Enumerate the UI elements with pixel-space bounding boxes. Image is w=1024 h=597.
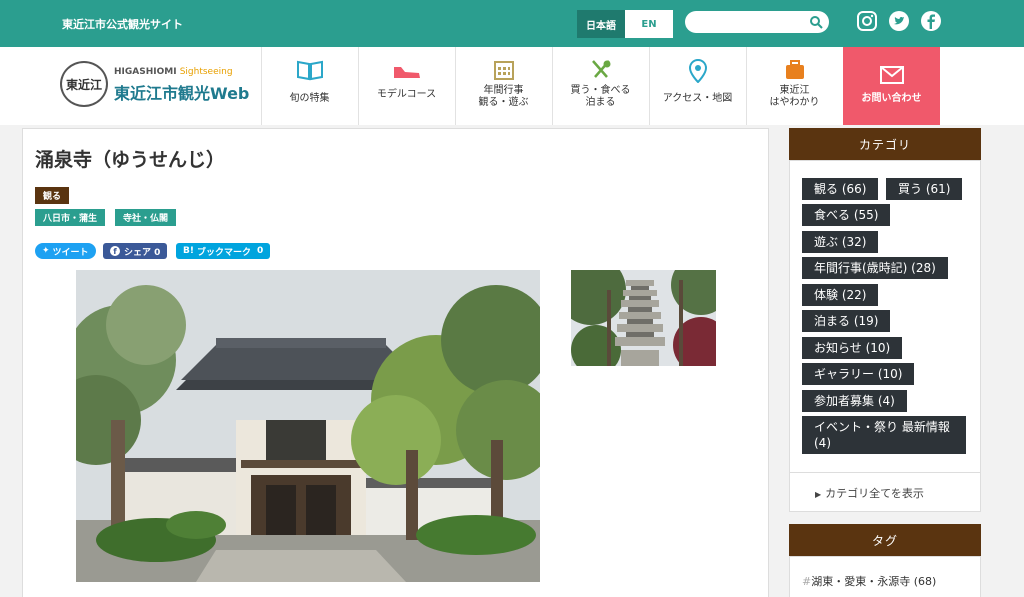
tag-link[interactable]: #湖東・愛東・永源寺 (68) — [802, 573, 936, 589]
facebook-icon: f — [110, 246, 120, 256]
category-link[interactable]: イベント・祭り 最新情報 (4) — [802, 416, 966, 454]
temple-gate-photo[interactable] — [76, 270, 540, 582]
lang-ja-button[interactable]: 日本語 — [577, 10, 625, 38]
nav-label: 旬の特集 — [289, 93, 330, 104]
site-logo[interactable]: 東近江 HIGASHIOMI Sightseeing 東近江市観光Web — [60, 59, 255, 109]
map-pin-icon — [688, 58, 707, 84]
hatena-bookmark-button[interactable]: B! ブックマーク 0 — [176, 243, 271, 259]
search-icon[interactable] — [809, 15, 823, 29]
hash-icon: # — [802, 575, 812, 588]
contact-label: お問い合わせ — [861, 93, 922, 104]
language-switcher: 日本語 EN — [577, 10, 673, 38]
article-panel: 涌泉寺（ゆうせんじ） 観る 八日市・蒲生 寺社・仏閣 ✦ ツイート f シェア 0 … — [22, 128, 769, 597]
category-link[interactable]: ギャラリー (10) — [802, 363, 915, 385]
nav-item-events[interactable]: 年間行事 観る・遊ぶ — [455, 47, 551, 125]
show-all-categories-link[interactable]: ▶ カテゴリ全てを表示 — [815, 485, 924, 501]
category-link[interactable]: 泊まる (19) — [802, 310, 891, 332]
logo-english: HIGASHIOMI Sightseeing — [114, 67, 233, 77]
site-name[interactable]: 東近江市公式観光サイト — [62, 16, 183, 32]
mail-icon — [879, 66, 904, 84]
twitter-icon: ✦ — [42, 246, 50, 256]
nav-item-shop-eat-stay[interactable]: 買う・食べる 泊まる — [552, 47, 648, 125]
logo-seal: 東近江 — [60, 61, 108, 107]
facebook-share-button[interactable]: f シェア 0 — [103, 243, 168, 259]
category-badge[interactable]: 観る — [35, 187, 70, 204]
temple-gate-image — [76, 270, 540, 582]
category-link[interactable]: 食べる (55) — [802, 204, 891, 226]
main-header: 東近江 HIGASHIOMI Sightseeing 東近江市観光Web 旬の特… — [0, 47, 1024, 125]
category-heading: カテゴリ — [789, 128, 981, 160]
suitcase-icon — [785, 60, 804, 79]
cutlery-icon — [591, 60, 610, 78]
contact-button[interactable]: お問い合わせ — [843, 47, 940, 125]
nav-item-model-course[interactable]: モデルコース — [358, 47, 454, 125]
search-input[interactable] — [695, 12, 815, 35]
hatena-icon: B! — [183, 246, 194, 256]
category-link[interactable]: 参加者募集 (4) — [802, 390, 907, 412]
tweet-button[interactable]: ✦ ツイート — [35, 243, 96, 259]
divider — [789, 472, 981, 473]
nav-label: アクセス・地図 — [662, 93, 733, 104]
stone-pagoda-thumbnail[interactable] — [571, 270, 716, 366]
logo-japanese: 東近江市観光Web — [114, 84, 250, 103]
twitter-icon[interactable] — [888, 10, 910, 32]
instagram-icon[interactable] — [856, 10, 878, 32]
tag-badge-temple[interactable]: 寺社・仏閣 — [115, 209, 177, 226]
nav-item-overview[interactable]: 東近江 はやわかり — [746, 47, 842, 125]
page-title: 涌泉寺（ゆうせんじ） — [35, 149, 226, 171]
category-link[interactable]: 観る (66) — [802, 178, 879, 200]
nav-label: モデルコース — [376, 89, 437, 100]
search-box — [685, 11, 829, 35]
calendar-icon — [493, 61, 514, 80]
tag-badge-area[interactable]: 八日市・蒲生 — [35, 209, 106, 226]
shoe-icon — [393, 67, 420, 78]
nav-item-access-map[interactable]: アクセス・地図 — [649, 47, 745, 125]
category-link[interactable]: お知らせ (10) — [802, 337, 903, 359]
chevron-right-icon: ▶ — [815, 490, 822, 499]
book-icon — [296, 60, 323, 81]
nav-label: 買う・食べる 泊まる — [570, 85, 631, 108]
category-link[interactable]: 体験 (22) — [802, 284, 879, 306]
nav-label: 年間行事 観る・遊ぶ — [478, 85, 529, 108]
category-link[interactable]: 遊ぶ (32) — [802, 231, 879, 253]
nav-item-features[interactable]: 旬の特集 — [261, 47, 357, 125]
category-link[interactable]: 年間行事(歳時記) (28) — [802, 257, 948, 279]
lang-en-button[interactable]: EN — [625, 10, 673, 38]
stone-pagoda-image — [571, 270, 716, 366]
category-link[interactable]: 買う (61) — [886, 178, 963, 200]
tag-heading: タグ — [789, 524, 981, 556]
top-bar: 東近江市公式観光サイト 日本語 EN — [0, 0, 1024, 47]
nav-label: 東近江 はやわかり — [769, 85, 820, 108]
facebook-icon[interactable] — [920, 10, 942, 32]
